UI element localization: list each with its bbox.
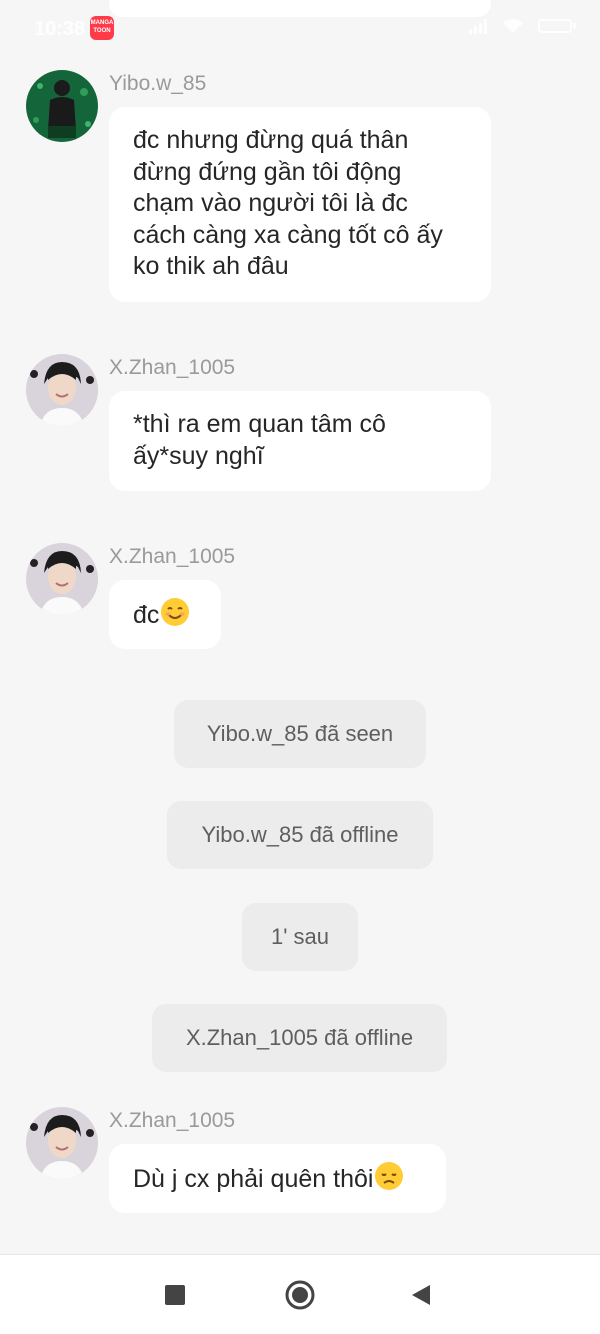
system-nav-bar (0, 1254, 600, 1334)
previous-message-bubble (109, 0, 491, 17)
smiling-face-icon (161, 598, 190, 626)
wifi-icon (503, 19, 523, 33)
sender-name: X.Zhan_1005 (109, 356, 236, 379)
message-line: cách càng xa càng tốt cô ấy (133, 220, 443, 249)
message-bubble[interactable]: Dù j cx phải quên thôi (109, 1144, 446, 1213)
message-bubble[interactable]: *thì ra em quan tâm cô ấy*suy nghĩ (109, 391, 491, 491)
avatar-yibo[interactable] (26, 70, 98, 142)
system-message: Yibo.w_85 đã seen (174, 700, 426, 768)
message-line: *thì ra em quan tâm cô (133, 410, 386, 438)
message-text: đc (133, 601, 160, 629)
message-bubble[interactable]: đc (109, 580, 221, 649)
status-icons (468, 18, 576, 34)
avatar-zhan[interactable] (26, 354, 98, 426)
battery-icon (538, 19, 576, 33)
message-bubble[interactable]: đc nhưng đừng quá thân đừng đứng gần tôi… (109, 107, 491, 302)
sender-name: Yibo.w_85 (109, 72, 207, 95)
system-message: 1' sau (242, 903, 358, 971)
message-line: đc nhưng đừng quá thân (133, 126, 409, 154)
avatar-zhan[interactable] (26, 543, 98, 615)
avatar-zhan-image (26, 543, 98, 615)
avatar-zhan-image (26, 1107, 98, 1179)
message-line: chạm vào người tôi là đc (133, 189, 408, 217)
avatar-yibo-image (26, 70, 98, 142)
disappointed-face-icon (375, 1162, 404, 1190)
message-line: ấy*suy nghĩ (133, 441, 264, 470)
back-icon[interactable] (410, 1283, 432, 1307)
signal-icon (469, 19, 487, 34)
mangatoon-app-icon: MANGA TOON (90, 16, 114, 40)
recent-apps-icon[interactable] (165, 1285, 185, 1305)
sender-name: X.Zhan_1005 (109, 1109, 236, 1132)
system-message: Yibo.w_85 đã offline (167, 801, 433, 869)
message-line: đừng đứng gần tôi động (133, 157, 402, 186)
sender-name: X.Zhan_1005 (109, 545, 236, 568)
message-line: ko thik ah đâu (133, 252, 289, 280)
message-text: Dù j cx phải quên thôi (133, 1165, 374, 1193)
avatar-zhan[interactable] (26, 1107, 98, 1179)
status-time: 10:38 (34, 18, 86, 40)
system-message: X.Zhan_1005 đã offline (152, 1004, 447, 1072)
avatar-zhan-image (26, 354, 98, 426)
home-icon[interactable] (284, 1279, 316, 1311)
